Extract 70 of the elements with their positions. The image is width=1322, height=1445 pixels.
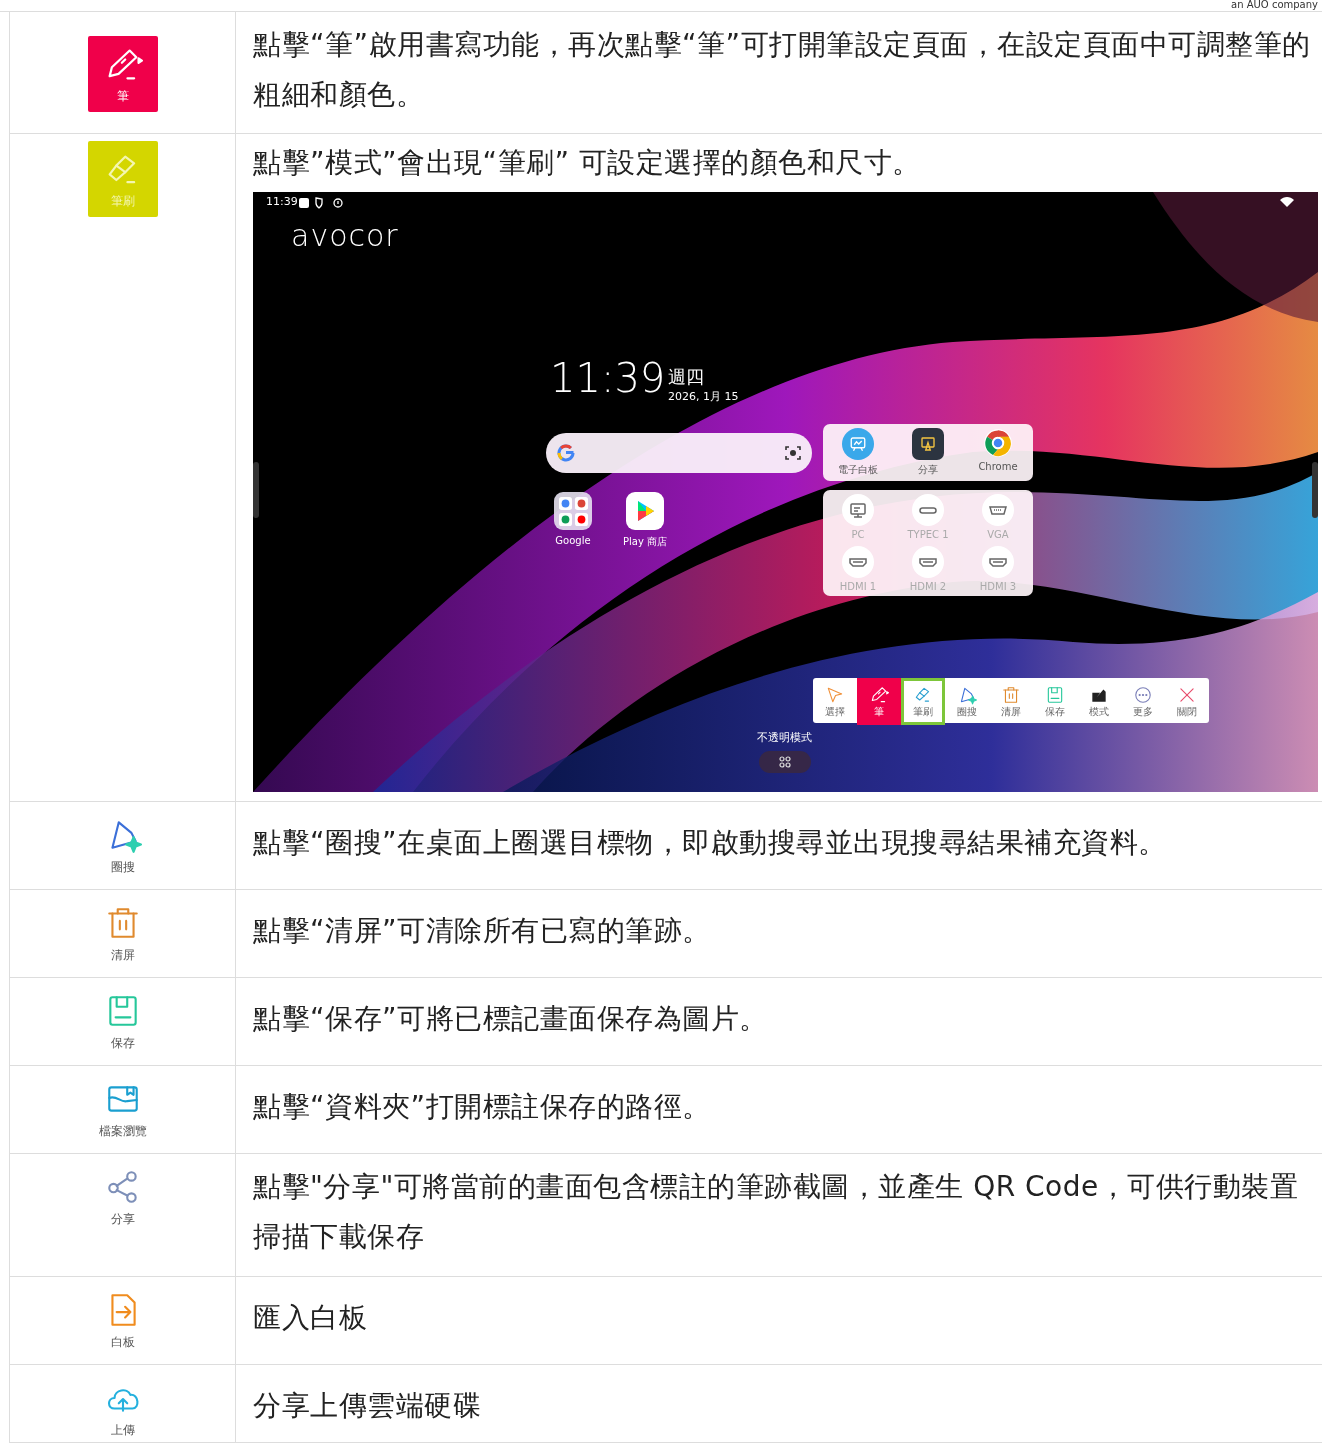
more-icon [1133, 685, 1153, 705]
port-icon[interactable] [842, 546, 874, 578]
description-text: 點擊”模式”會出現“筆刷” 可設定選擇的顏色和尺寸。 [253, 145, 922, 181]
close-icon [1177, 685, 1197, 705]
description-text: 分享上傳雲端硬碟 [253, 1388, 482, 1424]
port-icon[interactable] [982, 494, 1014, 526]
mode-label: 不透明模式 [757, 730, 812, 745]
toolbar-button[interactable]: 清屏 [989, 678, 1033, 725]
g-logo-icon [556, 443, 576, 463]
source-label: HDMI 2 [909, 581, 947, 592]
clock-time: 11:39 [550, 354, 666, 402]
port-icon[interactable] [982, 546, 1014, 578]
description-text: 點擊“筆”啟用書寫功能，再次點擊“筆”可打開筆設定頁面，在設定頁面中可調整筆的粗細和顏色。 [253, 27, 1312, 113]
tool-label: 筆 [116, 89, 129, 103]
status-time: 11:39 [266, 195, 298, 208]
tool-label: 分享 [110, 1212, 135, 1226]
mode-button[interactable] [759, 751, 811, 773]
description-text: 點擊“資料夾”打開標註保存的路徑。 [253, 1089, 712, 1125]
toolbar-button[interactable]: 筆 [857, 678, 901, 725]
toolbar-button[interactable]: 圈搜 [945, 678, 989, 725]
tool-label: 檔案瀏覽 [98, 1124, 147, 1138]
source-label: HDMI 3 [979, 581, 1017, 592]
description-text: 匯入白板 [253, 1300, 368, 1336]
source-label: PC [851, 529, 865, 540]
clock-weekday: 週四 [668, 365, 704, 389]
status-icons [299, 197, 343, 209]
whiteboard-app-icon[interactable] [842, 428, 874, 460]
app-label: Play 商店 [622, 535, 667, 549]
cast-app-icon[interactable] [912, 428, 944, 460]
tool-label: 白板 [110, 1335, 135, 1349]
description-text: 點擊“圈搜”在桌面上圈選目標物，即啟動搜尋並出現搜尋結果補充資料。 [253, 825, 1168, 861]
grid-icon [779, 756, 791, 768]
toolbar-button[interactable]: 筆刷 [901, 678, 945, 725]
description-text: 點擊“清屏”可清除所有已寫的筆跡。 [253, 913, 712, 949]
store-app-icon[interactable] [626, 492, 664, 530]
source-label: TYPEC 1 [907, 529, 949, 540]
camera-search-icon[interactable] [784, 444, 802, 462]
toolbar-button[interactable]: 選擇 [813, 678, 857, 725]
tool-label: 筆刷 [110, 194, 135, 208]
tool-label: 清屏 [110, 948, 135, 962]
clock-date: 2026, 1月 15 [668, 389, 739, 404]
port-icon[interactable] [912, 494, 944, 526]
trash-icon [1001, 685, 1021, 705]
port-icon[interactable] [912, 546, 944, 578]
toolbar-button[interactable]: 保存 [1033, 678, 1077, 725]
monitor-icon[interactable] [842, 494, 874, 526]
side-handle[interactable] [253, 462, 259, 518]
app-label: Chrome [978, 461, 1018, 472]
app-label: 分享 [918, 463, 938, 477]
description-text: 點擊“保存”可將已標記畫面保存為圖片。 [253, 1001, 769, 1037]
toolbar-button[interactable]: 關閉 [1165, 678, 1209, 725]
toolbar-button[interactable]: 模式 [1077, 678, 1121, 725]
app-folder-icon[interactable] [554, 492, 592, 530]
source-label: HDMI 1 [839, 581, 877, 592]
toolbar-button[interactable]: 更多 [1121, 678, 1165, 725]
source-label: VGA [987, 529, 1009, 540]
search-field[interactable] [546, 433, 812, 473]
brand-logo: avocor [291, 218, 399, 253]
side-handle[interactable] [1312, 462, 1318, 518]
app-label: Google [555, 535, 591, 546]
pencil-icon [869, 685, 889, 705]
app-label: 電子白板 [838, 463, 878, 477]
tool-label: 圈搜 [110, 860, 135, 874]
tagline: an AUO company [1231, 0, 1319, 11]
cursor-icon [825, 685, 845, 705]
wifi-icon [1280, 197, 1294, 207]
tool-label: 保存 [110, 1036, 135, 1050]
browser-app-icon[interactable] [983, 428, 1013, 458]
tool-label: 上傳 [110, 1423, 135, 1437]
description-text: 點擊"分享"可將當前的畫面包含標註的筆跡截圖，並產生 QR Code，可供行動裝置掃描下載保存 [253, 1169, 1300, 1255]
